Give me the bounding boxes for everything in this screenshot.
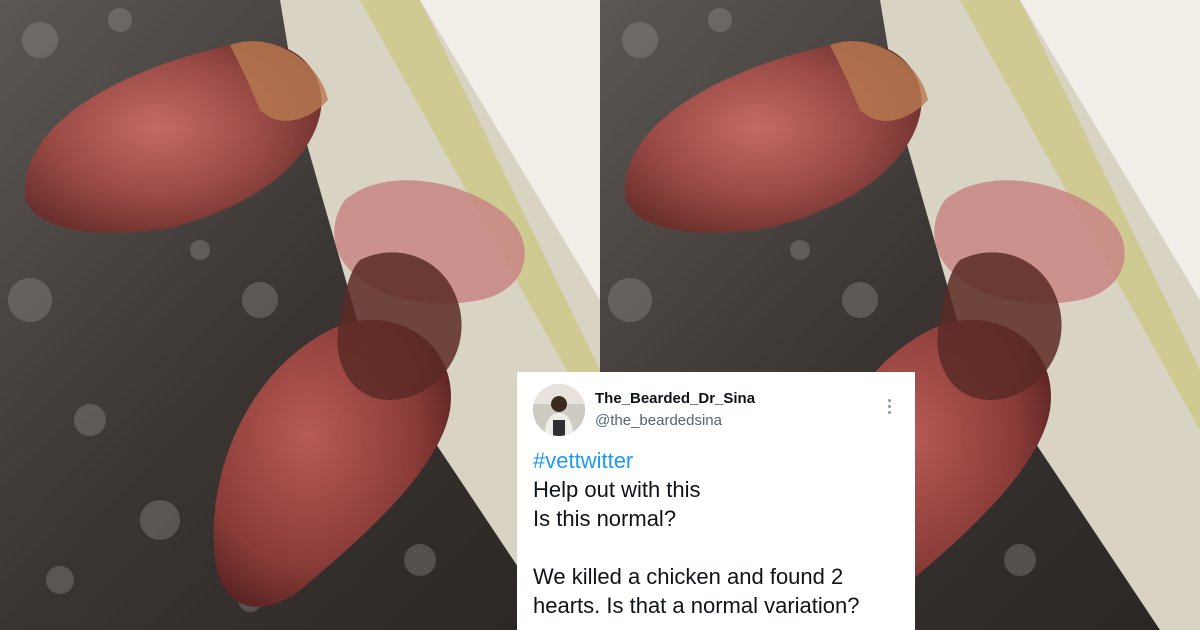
tweet-header: The_Bearded_Dr_Sina @the_beardedsina [533,382,899,438]
tweet-card: The_Bearded_Dr_Sina @the_beardedsina #ve… [517,372,915,630]
user-handle[interactable]: @the_beardedsina [595,411,755,431]
tweet-line: We killed a chicken and found 2 [533,564,844,589]
tweet-text: #vettwitter Help out with this Is this n… [533,446,899,620]
display-name[interactable]: The_Bearded_Dr_Sina [595,389,755,409]
more-options-icon[interactable] [879,396,899,416]
hashtag-link[interactable]: #vettwitter [533,448,633,473]
tweet-line: Help out with this [533,477,701,502]
chicken-hearts-photo [0,0,600,630]
avatar[interactable] [533,384,585,436]
tweet-line: hearts. Is that a normal variation? [533,593,860,618]
tweet-author: The_Bearded_Dr_Sina @the_beardedsina [595,389,755,431]
avatar-image [533,384,585,436]
photo-left [0,0,600,630]
tweet-line: Is this normal? [533,506,677,531]
